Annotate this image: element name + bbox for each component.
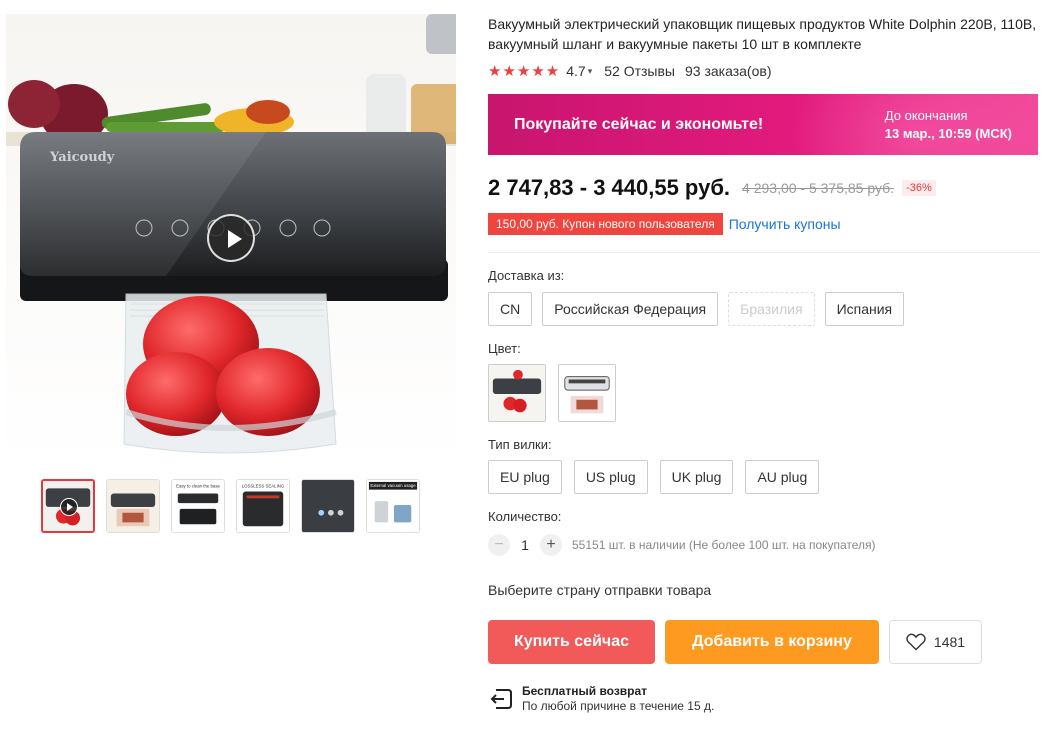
thumbnail-3[interactable]: Easy to clean the base xyxy=(171,479,225,533)
coupon-row: 150,00 руб. Купон нового пользователя По… xyxy=(488,213,1040,235)
return-text: Бесплатный возврат По любой причине в те… xyxy=(522,684,714,714)
return-icon xyxy=(490,689,512,709)
thumbnail-6[interactable]: External vacuum usage xyxy=(366,479,420,533)
color-option-2[interactable] xyxy=(558,364,616,422)
return-title: Бесплатный возврат xyxy=(522,684,648,698)
old-price: 4 293,00 - 5 375,85 руб. xyxy=(742,180,895,196)
thumbnail-5[interactable] xyxy=(301,479,355,533)
promo-countdown-date: 13 мар., 10:59 (МСК) xyxy=(884,125,1012,141)
get-coupons-link[interactable]: Получить купоны xyxy=(729,216,841,232)
sealer-white-swatch-icon xyxy=(559,365,615,421)
stock-info: 55151 шт. в наличии (Не более 100 шт. на… xyxy=(572,538,876,552)
thumb-caption-4: LOSSLESS SEALING xyxy=(242,484,285,489)
product-info: Вакуумный электрический упаковщик пищевы… xyxy=(488,14,1040,714)
thumb-caption-3: Easy to clean the base xyxy=(176,484,220,489)
thumbnail-2[interactable] xyxy=(106,479,160,533)
ship-from-russia[interactable]: Российская Федерация xyxy=(542,292,719,326)
chevron-down-icon[interactable]: ▾ xyxy=(588,66,593,77)
thumbnail-4[interactable]: LOSSLESS SEALING xyxy=(236,479,290,533)
thumbnail-video[interactable] xyxy=(41,479,95,533)
select-country-hint: Выберите страну отправки товара xyxy=(488,582,712,598)
rating-value: 4.7 xyxy=(566,63,586,79)
discount-badge: -36% xyxy=(902,180,936,196)
return-subtitle: По любой причине в течение 15 д. xyxy=(522,699,715,713)
thumb-caption-6: External vacuum usage xyxy=(370,483,416,488)
brand-text: Yaicoudy xyxy=(49,150,115,165)
shipping-label: Доставка из: xyxy=(488,268,565,283)
color-option-1[interactable] xyxy=(488,364,546,422)
color-label: Цвет: xyxy=(488,341,521,356)
product-title: Вакуумный электрический упаковщик пищевы… xyxy=(488,16,1037,52)
thumbnail-strip: Easy to clean the base LOSSLESS SEALING … xyxy=(41,479,420,533)
sealer-tomato-swatch-icon xyxy=(489,365,545,421)
external-vacuum-usage-thumb-icon: External vacuum usage xyxy=(367,480,419,532)
sealer-with-meat-thumb-icon xyxy=(107,480,159,532)
quantity-label: Количество: xyxy=(488,509,562,524)
price-row: 2 747,83 - 3 440,55 руб. 4 293,00 - 5 37… xyxy=(488,175,1040,201)
new-user-coupon: 150,00 руб. Купон нового пользователя xyxy=(488,213,723,235)
quantity-decrease-button[interactable]: − xyxy=(488,534,510,556)
quantity-stepper: − 1 + 55151 шт. в наличии (Не более 100 … xyxy=(488,534,1040,556)
plug-us[interactable]: US plug xyxy=(573,460,648,494)
plug-au[interactable]: AU plug xyxy=(745,460,820,494)
current-price: 2 747,83 - 3 440,55 руб. xyxy=(488,175,731,200)
promo-banner-text: Покупайте сейчас и экономьте! xyxy=(514,115,764,133)
orders-count: 93 заказа(ов) xyxy=(685,63,772,79)
plug-uk[interactable]: UK plug xyxy=(659,460,734,494)
rating-row: ★★★★★ 4.7 ▾ 52 Отзывы 93 заказа(ов) xyxy=(488,62,1040,80)
quantity-increase-button[interactable]: + xyxy=(540,534,562,556)
buy-now-button[interactable]: Купить сейчас xyxy=(488,620,655,664)
shipping-options: CN Российская Федерация Бразилия Испания xyxy=(488,292,1040,326)
mini-play-icon xyxy=(60,498,78,516)
plug-eu[interactable]: EU plug xyxy=(488,460,562,494)
main-product-image[interactable]: Yaicoudy xyxy=(6,14,456,462)
color-options xyxy=(488,364,1040,422)
plug-label: Тип вилки: xyxy=(488,437,552,452)
control-panel-thumb-icon xyxy=(302,480,354,532)
ship-from-brazil: Бразилия xyxy=(728,292,815,326)
free-return-info: Бесплатный возврат По любой причине в те… xyxy=(488,684,1040,714)
promo-banner: Покупайте сейчас и экономьте! До окончан… xyxy=(488,94,1038,155)
divider xyxy=(488,252,1040,253)
rating-stars-icon: ★★★★★ xyxy=(488,63,561,80)
ship-from-spain[interactable]: Испания xyxy=(824,292,905,326)
easy-to-clean-thumb-icon: Easy to clean the base xyxy=(172,480,224,532)
wishlist-button[interactable]: 1481 xyxy=(889,620,982,664)
ship-from-cn[interactable]: CN xyxy=(488,292,533,326)
lossless-sealing-thumb-icon: LOSSLESS SEALING xyxy=(237,480,289,532)
play-video-button[interactable] xyxy=(207,214,255,262)
promo-countdown-label: До окончания xyxy=(884,107,968,123)
action-buttons: Купить сейчас Добавить в корзину 1481 xyxy=(488,620,1040,664)
reviews-link[interactable]: 52 Отзывы xyxy=(604,63,675,79)
wishlist-count: 1481 xyxy=(933,634,966,650)
promo-countdown: До окончания 13 мар., 10:59 (МСК) xyxy=(885,107,1012,143)
plug-options: EU plug US plug UK plug AU plug xyxy=(488,460,1040,494)
add-to-cart-button[interactable]: Добавить в корзину xyxy=(665,620,879,664)
heart-icon xyxy=(906,633,926,651)
quantity-value[interactable]: 1 xyxy=(510,537,540,553)
